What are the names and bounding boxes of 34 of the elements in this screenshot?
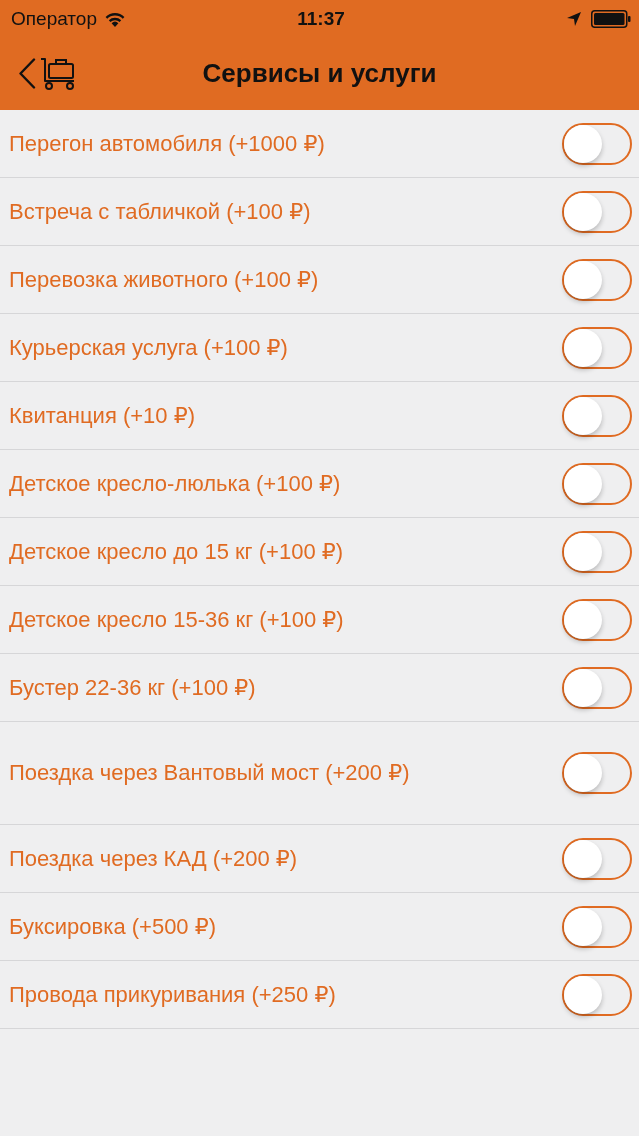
toggle-switch[interactable]	[562, 973, 632, 1016]
service-label: Буксировка (+500 ₽)	[9, 913, 217, 940]
service-label: Квитанция (+10 ₽)	[9, 402, 195, 429]
service-label: Перегон автомобиля (+1000 ₽)	[9, 130, 325, 157]
toggle-switch[interactable]	[562, 905, 632, 948]
service-label: Курьерская услуга (+100 ₽)	[9, 334, 288, 361]
toggle-switch[interactable]	[562, 326, 632, 369]
toggle-switch[interactable]	[562, 462, 632, 505]
service-label: Провода прикуривания (+250 ₽)	[9, 981, 336, 1008]
toggle-switch[interactable]	[562, 752, 632, 794]
service-label: Поездка через Вантовый мост (+200 ₽)	[9, 760, 410, 786]
luggage-cart-icon	[40, 56, 76, 90]
toggle-switch[interactable]	[562, 837, 632, 880]
battery-icon	[591, 10, 631, 28]
toggle-switch[interactable]	[562, 530, 632, 573]
location-arrow-icon	[567, 12, 581, 26]
service-label: Перевозка животного (+100 ₽)	[9, 266, 319, 293]
service-label: Детское кресло до 15 кг (+100 ₽)	[9, 538, 344, 565]
toggle-switch[interactable]	[562, 598, 632, 641]
wifi-icon	[105, 11, 125, 27]
carrier-label: Оператор	[11, 8, 97, 30]
toggle-switch[interactable]	[562, 394, 632, 437]
service-label: Детское кресло-люлька (+100 ₽)	[9, 470, 341, 497]
toggle-switch[interactable]	[562, 666, 632, 709]
service-label: Детское кресло 15-36 кг (+100 ₽)	[9, 606, 344, 633]
service-label: Поездка через КАД (+200 ₽)	[9, 845, 298, 872]
screen-title: Сервисы и услуги	[201, 57, 438, 89]
toggle-switch[interactable]	[562, 122, 632, 165]
time-label: 11:37	[297, 8, 345, 30]
toggle-switch[interactable]	[562, 258, 632, 301]
service-label: Бустер 22-36 кг (+100 ₽)	[9, 674, 256, 701]
back-icon[interactable]	[18, 57, 36, 89]
service-label: Встреча с табличкой (+100 ₽)	[9, 198, 311, 225]
toggle-switch[interactable]	[562, 190, 632, 233]
